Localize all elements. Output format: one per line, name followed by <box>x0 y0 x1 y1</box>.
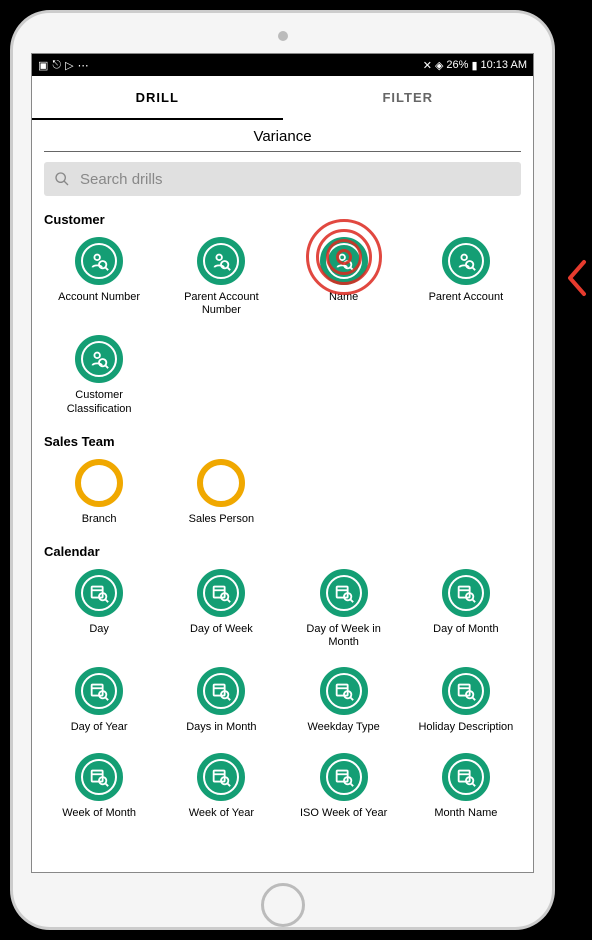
drill-label: ISO Week of Year <box>300 807 387 820</box>
person-search-icon <box>197 237 245 285</box>
drill-label: Sales Person <box>189 513 254 526</box>
tab-drill[interactable]: DRILL <box>32 76 283 120</box>
drill-label: Customer Classification <box>49 389 149 415</box>
tab-bar: DRILL FILTER <box>32 76 533 120</box>
drill-day[interactable]: Day <box>40 565 158 659</box>
drill-holiday-description[interactable]: Holiday Description <box>407 663 525 744</box>
person-search-icon <box>75 335 123 383</box>
drill-label: Parent Account <box>429 291 504 304</box>
drill-label: Account Number <box>58 291 140 304</box>
cast-icon: ⎋ <box>52 59 61 72</box>
ring-icon <box>197 459 245 507</box>
drill-label: Parent Account Number <box>171 291 271 317</box>
drill-label: Day of Week <box>190 623 253 636</box>
drill-label: Branch <box>82 513 117 526</box>
calendar-search-icon <box>442 569 490 617</box>
drill-name[interactable]: Name <box>285 233 403 327</box>
drill-branch[interactable]: Branch <box>40 455 158 536</box>
person-search-icon <box>320 237 368 285</box>
drill-parent-account-number[interactable]: Parent Account Number <box>162 233 280 327</box>
drill-label: Holiday Description <box>418 721 513 734</box>
drill-day-of-year[interactable]: Day of Year <box>40 663 158 744</box>
more-icon: ⋯ <box>78 59 89 72</box>
calendar-search-icon <box>197 667 245 715</box>
drill-iso-week-of-year[interactable]: ISO Week of Year <box>285 749 403 830</box>
person-search-icon <box>75 237 123 285</box>
calendar-search-icon <box>197 753 245 801</box>
drill-list: Customer Account Number Parent Account N… <box>32 204 533 872</box>
calendar-search-icon <box>320 569 368 617</box>
play-icon: ▷ <box>65 59 73 72</box>
drill-label: Month Name <box>434 807 497 820</box>
person-search-icon <box>442 237 490 285</box>
section-customer-grid: Account Number Parent Account Number Na <box>40 233 525 426</box>
status-bar: ▣ ⎋ ▷ ⋯ ✕ ◈ 26% ▮ 10:13 AM <box>32 54 533 76</box>
calendar-search-icon <box>442 753 490 801</box>
search-icon <box>54 171 70 187</box>
section-sales-team-grid: Branch Sales Person <box>40 455 525 536</box>
drill-label: Day of Month <box>433 623 498 636</box>
status-left-icons: ▣ ⎋ ▷ ⋯ <box>38 59 89 72</box>
drill-day-of-week[interactable]: Day of Week <box>162 565 280 659</box>
drill-day-of-month[interactable]: Day of Month <box>407 565 525 659</box>
drill-week-of-year[interactable]: Week of Year <box>162 749 280 830</box>
drill-label: Week of Year <box>189 807 254 820</box>
wifi-icon: ◈ <box>435 59 443 72</box>
drill-parent-account[interactable]: Parent Account <box>407 233 525 327</box>
search-box[interactable] <box>44 162 521 196</box>
tablet-frame: ▣ ⎋ ▷ ⋯ ✕ ◈ 26% ▮ 10:13 AM DRILL FILTER … <box>10 10 555 930</box>
calendar-search-icon <box>197 569 245 617</box>
calendar-search-icon <box>442 667 490 715</box>
search-input[interactable] <box>80 171 511 188</box>
drill-sales-person[interactable]: Sales Person <box>162 455 280 536</box>
status-right-icons: ✕ ◈ 26% ▮ 10:13 AM <box>423 59 527 72</box>
drill-account-number[interactable]: Account Number <box>40 233 158 327</box>
app-screen: ▣ ⎋ ▷ ⋯ ✕ ◈ 26% ▮ 10:13 AM DRILL FILTER … <box>31 53 534 873</box>
tab-filter[interactable]: FILTER <box>283 76 534 120</box>
calendar-search-icon <box>75 667 123 715</box>
clock-text: 10:13 AM <box>481 59 527 71</box>
tablet-camera <box>278 31 288 41</box>
drill-week-of-month[interactable]: Week of Month <box>40 749 158 830</box>
ring-icon <box>75 459 123 507</box>
drill-label: Day of Year <box>71 721 128 734</box>
battery-icon: ▮ <box>471 59 477 72</box>
section-calendar-grid: Day Day of Week Day of Week in Month <box>40 565 525 830</box>
drill-weekday-type[interactable]: Weekday Type <box>285 663 403 744</box>
home-button[interactable] <box>261 883 305 927</box>
calendar-search-icon <box>75 753 123 801</box>
calendar-search-icon <box>75 569 123 617</box>
drill-days-in-month[interactable]: Days in Month <box>162 663 280 744</box>
drill-label: Name <box>329 291 358 304</box>
drill-label: Days in Month <box>186 721 256 734</box>
chevron-left-icon <box>562 258 590 298</box>
vibrate-icon: ✕ <box>423 59 432 72</box>
battery-text: 26% <box>446 59 468 71</box>
drill-day-of-week-in-month[interactable]: Day of Week in Month <box>285 565 403 659</box>
drill-label: Week of Month <box>62 807 136 820</box>
section-customer-title: Customer <box>44 212 521 227</box>
calendar-search-icon <box>320 667 368 715</box>
picture-icon: ▣ <box>38 59 48 72</box>
drill-label: Weekday Type <box>307 721 379 734</box>
drill-customer-classification[interactable]: Customer Classification <box>40 331 158 425</box>
page-title: Variance <box>44 120 521 152</box>
section-sales-team-title: Sales Team <box>44 434 521 449</box>
calendar-search-icon <box>320 753 368 801</box>
drill-month-name[interactable]: Month Name <box>407 749 525 830</box>
drill-label: Day <box>89 623 109 636</box>
section-calendar-title: Calendar <box>44 544 521 559</box>
drill-label: Day of Week in Month <box>294 623 394 649</box>
